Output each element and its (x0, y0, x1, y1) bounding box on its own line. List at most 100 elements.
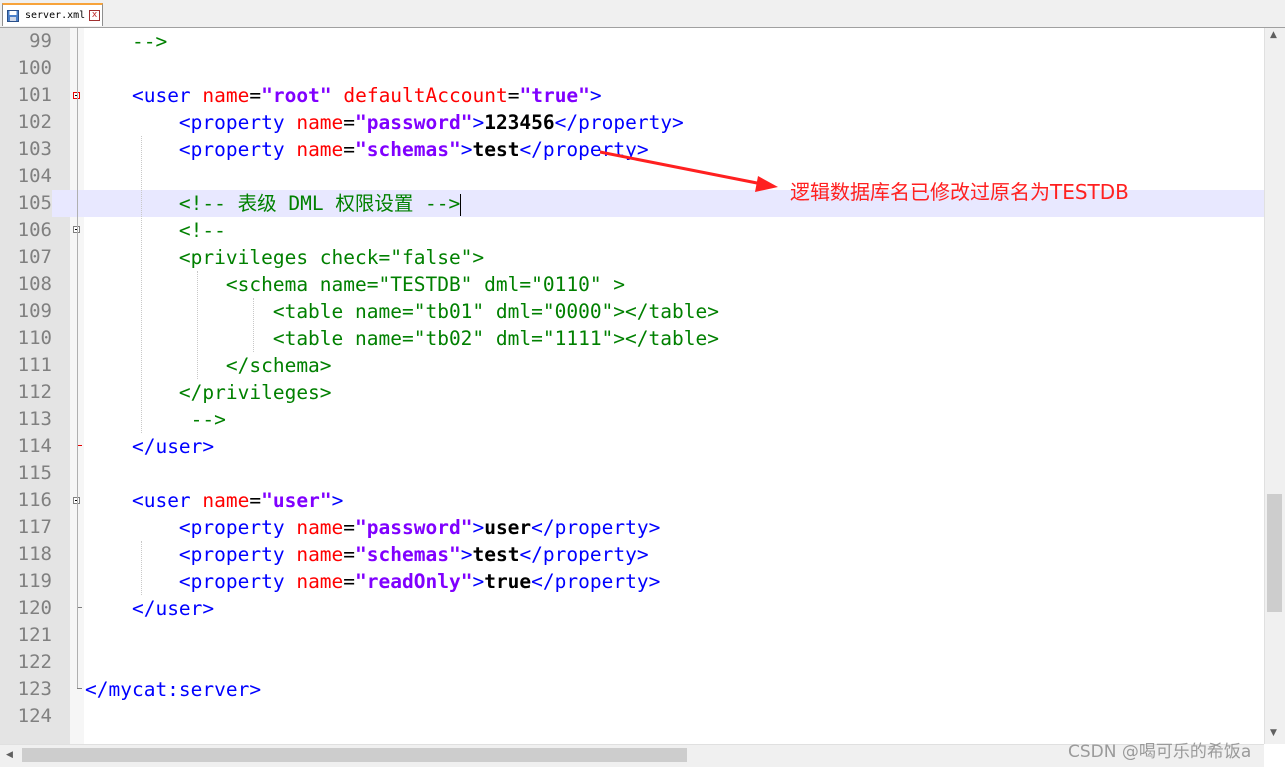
code-text: <privileges check="false"> (85, 244, 484, 271)
line-number: 111 (17, 354, 52, 376)
code-token-pln: = (507, 84, 520, 107)
code-line[interactable]: 109 <table name="tb01" dml="0000"></tabl… (0, 298, 1264, 325)
line-number: 123 (17, 678, 52, 700)
code-line[interactable]: 112 </privileges> (0, 379, 1264, 406)
line-number: 124 (17, 705, 52, 727)
code-line[interactable]: 107 <privileges check="false"> (0, 244, 1264, 271)
code-text: <!-- (85, 217, 226, 244)
code-token-txt: test (472, 138, 520, 161)
code-token-val: "user" (261, 489, 332, 512)
code-token-cmt: </schema> (85, 354, 332, 377)
line-number: 119 (17, 570, 52, 592)
code-token-attr: name (296, 138, 344, 161)
code-line[interactable]: 110 <table name="tb02" dml="1111"></tabl… (0, 325, 1264, 352)
close-icon[interactable]: x (89, 10, 100, 21)
code-token-tag: </property> (554, 111, 684, 134)
code-token-tag: <property (178, 111, 297, 134)
code-token-txt: test (472, 543, 520, 566)
code-text: </mycat:server> (85, 676, 261, 703)
tab-server-xml[interactable]: server.xml x (2, 3, 103, 26)
code-token-tag: > (472, 111, 485, 134)
code-token-pln: = (343, 516, 356, 539)
code-line[interactable]: 111 </schema> (0, 352, 1264, 379)
code-line[interactable]: 99 --> (0, 28, 1264, 55)
code-token-tag: > (472, 516, 485, 539)
horizontal-scroll-thumb[interactable] (22, 748, 687, 762)
line-number: 113 (17, 408, 52, 430)
code-line[interactable]: 108 <schema name="TESTDB" dml="0110" > (0, 271, 1264, 298)
code-token-val: "schemas" (355, 543, 461, 566)
code-token-tag: <user (131, 489, 203, 512)
code-token-pln (85, 111, 179, 134)
code-line[interactable]: 101 <user name="root" defaultAccount="tr… (0, 82, 1264, 109)
code-token-attr: name (296, 543, 344, 566)
code-line[interactable]: 123 </mycat:server> (0, 676, 1264, 703)
code-line[interactable]: 116 <user name="user"> (0, 487, 1264, 514)
code-line[interactable]: 124 (0, 703, 1264, 730)
code-token-tag: </property> (531, 570, 661, 593)
code-line[interactable]: 102 <property name="password">123456</pr… (0, 109, 1264, 136)
code-token-val: "readOnly" (355, 570, 473, 593)
code-token-tag: <property (178, 543, 297, 566)
line-number: 102 (17, 111, 52, 133)
code-token-pln: = (249, 84, 262, 107)
code-token-attr: name (296, 111, 344, 134)
code-token-val: "password" (355, 111, 473, 134)
vertical-scroll-thumb[interactable] (1267, 494, 1282, 612)
code-line[interactable]: 106 <!-- (0, 217, 1264, 244)
line-number: 112 (17, 381, 52, 403)
line-number: 121 (17, 624, 52, 646)
code-token-pln (85, 570, 179, 593)
code-line[interactable]: 100 (0, 55, 1264, 82)
code-token-attr: name (296, 516, 344, 539)
code-token-tag: </user> (131, 435, 215, 458)
code-text: <user name="user"> (85, 487, 343, 514)
line-number: 101 (17, 84, 52, 106)
code-token-tag: </property> (531, 516, 661, 539)
code-token-attr: defaultAccount (343, 84, 508, 107)
code-line[interactable]: 117 <property name="password">user</prop… (0, 514, 1264, 541)
code-line[interactable]: 118 <property name="schemas">test</prope… (0, 541, 1264, 568)
code-token-pln: = (343, 570, 356, 593)
code-line[interactable]: 122 (0, 649, 1264, 676)
code-text: --> (85, 406, 226, 433)
line-number: 122 (17, 651, 52, 673)
scroll-up-arrow-icon[interactable]: ▲ (1270, 30, 1277, 40)
code-line[interactable]: 114 </user> (0, 433, 1264, 460)
code-line[interactable]: 113 --> (0, 406, 1264, 433)
line-number: 109 (17, 300, 52, 322)
code-token-pln (332, 84, 344, 107)
code-line[interactable]: 121 (0, 622, 1264, 649)
code-line[interactable]: 115 (0, 460, 1264, 487)
annotation-label: 逻辑数据库名已修改过原名为TESTDB (790, 180, 1129, 204)
code-token-tag: > (589, 84, 602, 107)
code-token-val: "password" (355, 516, 473, 539)
code-token-pln (85, 84, 132, 107)
code-token-attr: name (202, 84, 250, 107)
code-token-tag: </mycat:server> (85, 678, 262, 701)
line-number: 100 (17, 57, 52, 79)
code-line[interactable]: 119 <property name="readOnly">true</prop… (0, 568, 1264, 595)
line-number: 120 (17, 597, 52, 619)
code-text: </user> (85, 595, 214, 622)
scroll-left-arrow-icon[interactable]: ◀ (6, 750, 13, 760)
code-line[interactable]: 120 </user> (0, 595, 1264, 622)
code-text: <user name="root" defaultAccount="true"> (85, 82, 602, 109)
scroll-down-arrow-icon[interactable]: ▼ (1270, 728, 1277, 738)
line-number: 103 (17, 138, 52, 160)
code-line[interactable]: 103 <property name="schemas">test</prope… (0, 136, 1264, 163)
code-text: <property name="password">123456</proper… (85, 109, 684, 136)
code-text: <table name="tb02" dml="1111"></table> (85, 325, 719, 352)
code-token-cmt: <table name="tb01" dml="0000"></table> (85, 300, 719, 323)
code-token-pln (85, 597, 132, 620)
line-number: 118 (17, 543, 52, 565)
line-number: 117 (17, 516, 52, 538)
code-editor[interactable]: 99 --> 100 101 <user name="root" defaultAc… (0, 28, 1285, 744)
code-token-pln: = (343, 111, 356, 134)
fold-end-marker (77, 688, 82, 689)
indent-guide (197, 271, 198, 379)
vertical-scrollbar[interactable]: ▲ ▼ (1264, 28, 1285, 744)
code-token-tag: <property (178, 570, 297, 593)
code-token-cmt: <privileges check="false"> (85, 246, 485, 269)
tab-label: server.xml (25, 10, 86, 21)
